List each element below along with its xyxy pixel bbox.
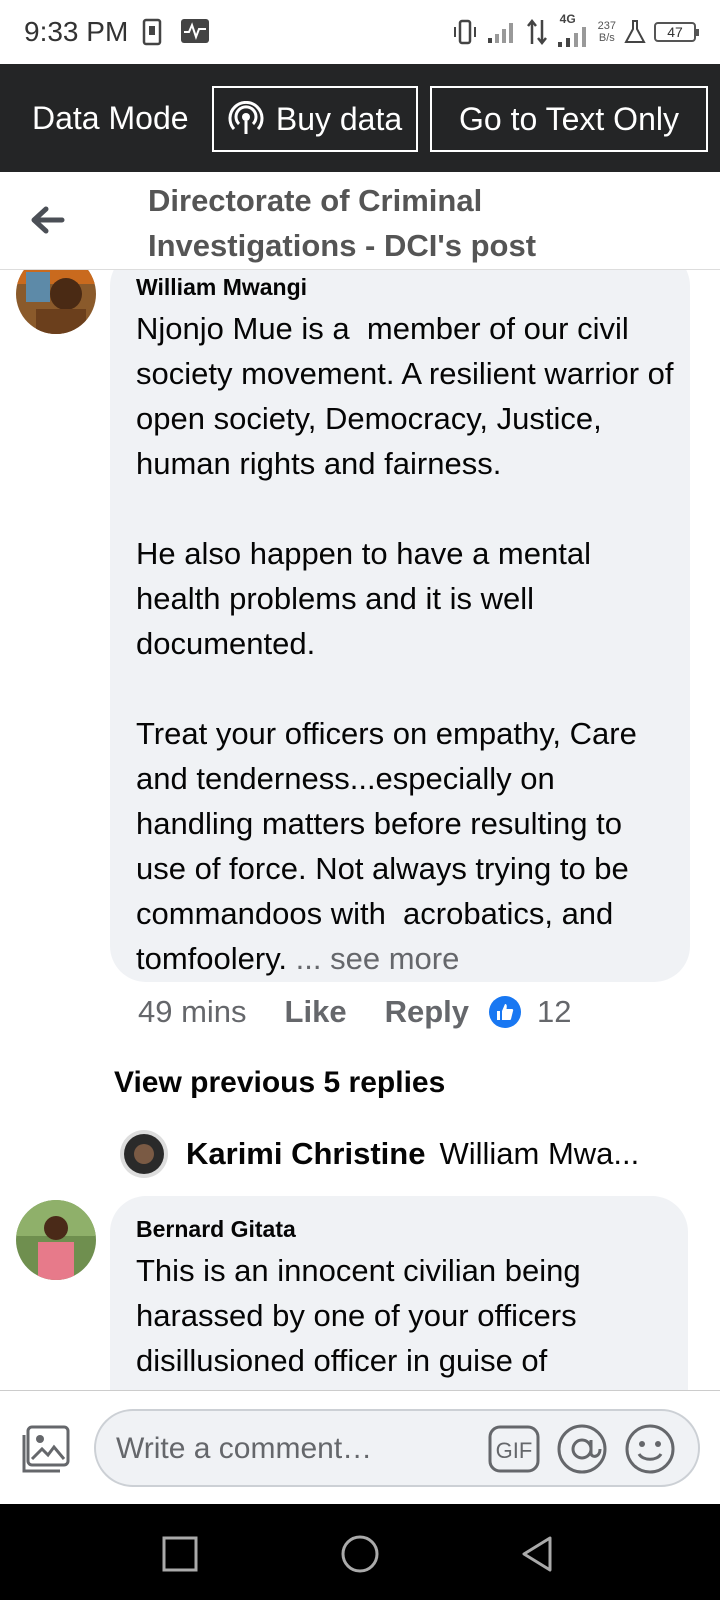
- comment-actions: 49 mins Like Reply 12: [138, 994, 571, 1030]
- network-type: 4G: [559, 12, 576, 26]
- reply-snippet: William Mwa...: [439, 1136, 640, 1171]
- status-bar: 9:33 PM 4G 237 B/s 47: [0, 0, 720, 64]
- avatar[interactable]: [16, 1200, 96, 1280]
- comment-composer: GIF: [0, 1390, 720, 1504]
- reply-button[interactable]: Reply: [385, 994, 469, 1030]
- recent-apps-icon[interactable]: [158, 1532, 202, 1576]
- user-photo-icon: [16, 1200, 96, 1280]
- gif-icon[interactable]: GIF: [488, 1423, 540, 1475]
- buy-data-label: Buy data: [275, 100, 403, 137]
- text-only-label: Go to Text Only: [459, 100, 679, 137]
- signal-4g-group: 4G: [556, 12, 590, 48]
- battery-indicator: 47: [654, 22, 699, 42]
- reply-avatar: [120, 1130, 168, 1178]
- comment-time: 49 mins: [138, 994, 247, 1029]
- status-right-group: 4G 237 B/s 47: [452, 12, 699, 50]
- reply-preview[interactable]: Karimi Christine William Mwa...: [120, 1130, 639, 1178]
- like-button[interactable]: Like: [285, 994, 347, 1030]
- signal-icon-1: [487, 23, 513, 43]
- photo-gallery-icon[interactable]: [20, 1425, 72, 1475]
- back-triangle-icon[interactable]: [516, 1532, 560, 1576]
- data-mode-bar: Data Mode Buy data Go to Text Only: [0, 64, 720, 172]
- net-speed-value: 237: [597, 20, 616, 32]
- page-title: Directorate of Criminal Investigations -…: [148, 183, 537, 263]
- vibrate-icon: [453, 19, 476, 45]
- post-header: Directorate of Criminal Investigations -…: [0, 172, 720, 270]
- flask-icon: [624, 20, 646, 43]
- buy-data-button[interactable]: Buy data: [212, 86, 418, 152]
- net-speed-unit: B/s: [598, 32, 615, 44]
- see-more-link[interactable]: ... see more: [287, 941, 460, 976]
- comment-author[interactable]: William Mwangi: [136, 274, 307, 301]
- comments-list[interactable]: William Mwangi Njonjo Mue is a member of…: [0, 270, 720, 1390]
- user-photo-icon: [16, 270, 96, 334]
- comment-bubble: Bernard Gitata This is an innocent civil…: [110, 1196, 688, 1390]
- back-arrow-icon[interactable]: [26, 198, 70, 242]
- comment-text: This is an innocent civilian being haras…: [136, 1253, 590, 1378]
- system-nav-bar: [0, 1504, 720, 1600]
- net-speed: 237 B/s: [598, 20, 616, 44]
- broadcast-icon: [228, 101, 264, 134]
- emoji-icon[interactable]: [624, 1423, 676, 1475]
- comment-text: Njonjo Mue is a member of our civil soci…: [136, 311, 674, 976]
- comment-body: Njonjo Mue is a member of our civil soci…: [136, 306, 676, 981]
- avatar[interactable]: [16, 270, 96, 334]
- signal-icon-2: [557, 27, 586, 47]
- mention-icon[interactable]: [556, 1423, 608, 1475]
- text-only-button[interactable]: Go to Text Only: [430, 86, 708, 152]
- sim-card-icon: [142, 18, 162, 46]
- comment-bubble: William Mwangi Njonjo Mue is a member of…: [110, 270, 690, 982]
- thumbs-up-icon: [489, 996, 521, 1028]
- like-count[interactable]: 12: [537, 994, 571, 1030]
- comment-author[interactable]: Bernard Gitata: [136, 1216, 296, 1243]
- status-time: 9:33 PM: [24, 16, 129, 47]
- user-photo-icon: [120, 1130, 168, 1178]
- data-mode-label: Data Mode: [32, 100, 189, 136]
- activity-icon: [181, 19, 209, 43]
- reply-author: Karimi Christine: [186, 1136, 426, 1171]
- data-transfer-icon: [526, 18, 547, 46]
- comment-input-container[interactable]: GIF: [94, 1409, 700, 1487]
- gif-label: GIF: [496, 1438, 533, 1463]
- home-icon[interactable]: [338, 1532, 382, 1576]
- comment-input[interactable]: [116, 1429, 476, 1469]
- view-previous-replies-link[interactable]: View previous 5 replies: [114, 1066, 445, 1100]
